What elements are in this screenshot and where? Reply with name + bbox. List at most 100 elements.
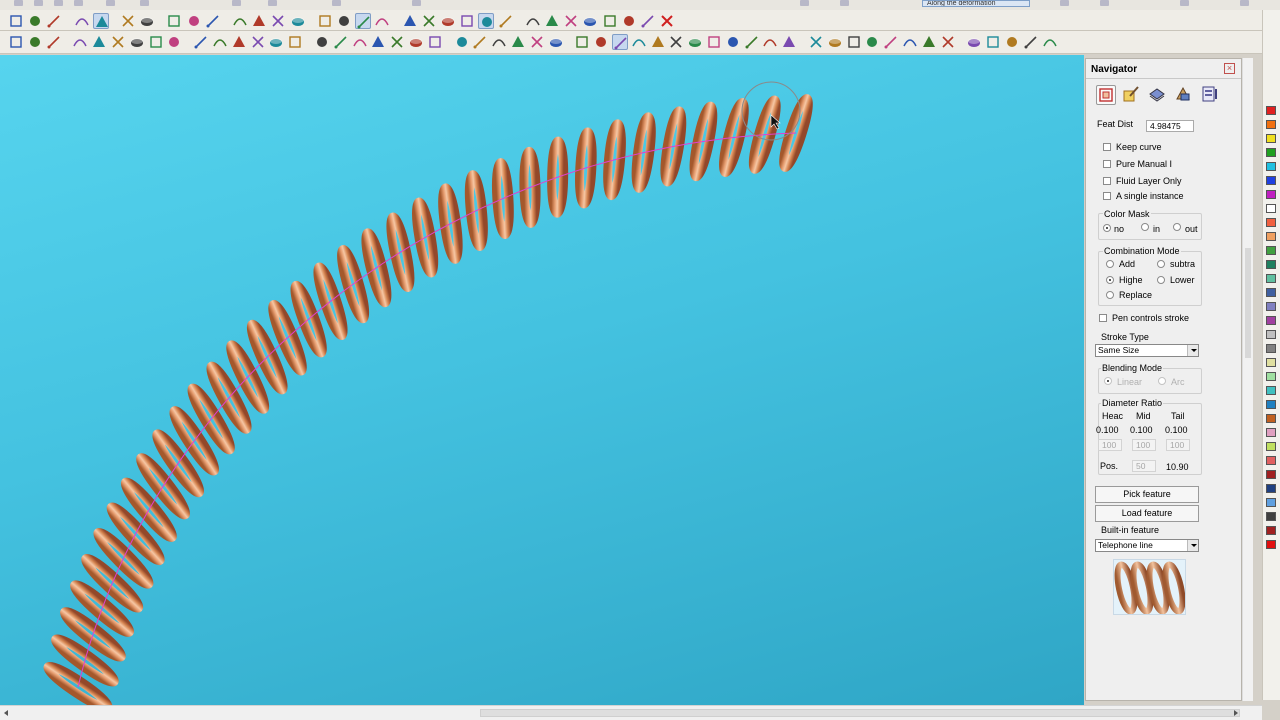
telephone-cord-coil[interactable] — [43, 94, 813, 705]
navigator-scrollbar[interactable] — [1242, 58, 1253, 701]
render-icon[interactable] — [563, 13, 579, 29]
measure-icon[interactable] — [985, 34, 1001, 50]
layers-icon[interactable] — [808, 34, 824, 50]
mini-toolbar-icon[interactable] — [1240, 0, 1249, 6]
mini-toolbar-icon[interactable] — [140, 0, 149, 6]
pen-controls-stroke-checkbox[interactable] — [1099, 314, 1107, 322]
color-mask-in-radio[interactable] — [1141, 223, 1149, 231]
undo-icon[interactable] — [120, 13, 136, 29]
color-ball-icon[interactable] — [287, 34, 303, 50]
new-file-icon[interactable] — [8, 13, 24, 29]
mini-toolbar-icon[interactable] — [1060, 0, 1069, 6]
diameter-mid-input[interactable]: 100 — [1132, 439, 1156, 451]
layers-cube-icon[interactable] — [1148, 85, 1168, 105]
redo-icon[interactable] — [139, 13, 155, 29]
pan-icon[interactable] — [8, 34, 24, 50]
transform-mode-field[interactable]: Along the deformation — [922, 0, 1030, 7]
color-swatch[interactable] — [1266, 456, 1276, 465]
stroke-type-select[interactable]: Same Size — [1095, 344, 1199, 357]
blob-icon[interactable] — [668, 34, 684, 50]
snap-icon[interactable] — [864, 34, 880, 50]
mini-toolbar-icon[interactable] — [34, 0, 43, 6]
mini-toolbar-icon[interactable] — [800, 0, 809, 6]
mini-toolbar-icon[interactable] — [106, 0, 115, 6]
color-swatch[interactable] — [1266, 484, 1276, 493]
tree-icon[interactable] — [231, 34, 247, 50]
shape-icon[interactable] — [548, 34, 564, 50]
feat-dist-input[interactable]: 4.98475 — [1146, 120, 1194, 132]
t-tool-icon[interactable] — [781, 34, 797, 50]
combination-replace-radio[interactable] — [1106, 291, 1114, 299]
grid-snap-icon[interactable] — [966, 34, 982, 50]
select-feature-icon[interactable] — [1096, 85, 1116, 105]
zoom-box-icon[interactable] — [92, 13, 109, 29]
color-swatch[interactable] — [1266, 386, 1276, 395]
green-ball-icon[interactable] — [762, 34, 778, 50]
copy-array-icon[interactable] — [940, 34, 956, 50]
color-swatch[interactable] — [1266, 162, 1276, 171]
mini-toolbar-icon[interactable] — [1100, 0, 1109, 6]
crosshair-icon[interactable] — [74, 13, 90, 29]
color-mask-out-radio[interactable] — [1173, 223, 1181, 231]
scissors-icon[interactable] — [602, 13, 618, 29]
horizontal-scrollbar[interactable] — [0, 705, 1262, 720]
save-icon[interactable] — [46, 13, 62, 29]
move-icon[interactable] — [317, 13, 333, 29]
color-swatch[interactable] — [1266, 232, 1276, 241]
target-icon[interactable] — [1042, 34, 1058, 50]
color-swatch[interactable] — [1266, 512, 1276, 521]
color-swatch[interactable] — [1266, 470, 1276, 479]
trim-icon[interactable] — [374, 13, 390, 29]
color-swatch[interactable] — [1266, 176, 1276, 185]
settings-icon[interactable] — [1004, 34, 1020, 50]
stroke-icon[interactable] — [389, 34, 405, 50]
disc-icon[interactable] — [370, 34, 386, 50]
move-green-icon[interactable] — [250, 34, 266, 50]
circle-target-icon[interactable] — [421, 13, 437, 29]
close-icon[interactable]: × — [1224, 63, 1235, 74]
color-mask-no-radio[interactable] — [1103, 224, 1111, 232]
color-swatch[interactable] — [1266, 344, 1276, 353]
mini-toolbar-icon[interactable] — [840, 0, 849, 6]
mini-toolbar-icon[interactable] — [412, 0, 421, 6]
keep-curve-checkbox[interactable] — [1103, 143, 1111, 151]
pencil-icon[interactable] — [427, 34, 443, 50]
arc-icon[interactable] — [72, 34, 88, 50]
color-swatch[interactable] — [1266, 218, 1276, 227]
pen-icon[interactable] — [612, 34, 628, 50]
pin-icon[interactable] — [744, 34, 760, 50]
wedge-icon[interactable] — [352, 34, 368, 50]
color-swatch[interactable] — [1266, 330, 1276, 339]
green-circle-icon[interactable] — [268, 34, 284, 50]
library-icon[interactable] — [1200, 85, 1220, 105]
blend-icon[interactable] — [148, 34, 164, 50]
trim-curve-icon[interactable] — [110, 34, 126, 50]
rectangle-icon[interactable] — [314, 34, 330, 50]
brush-icon[interactable] — [408, 34, 424, 50]
chevron-down-icon[interactable] — [1187, 345, 1198, 356]
bridge-icon[interactable] — [574, 34, 590, 50]
pos-input[interactable]: 50 — [1132, 460, 1156, 472]
pick-feature-button[interactable]: Pick feature — [1095, 486, 1199, 503]
yellow-square-icon[interactable] — [827, 34, 843, 50]
curve-tool-icon[interactable] — [355, 13, 372, 29]
combination-add-radio[interactable] — [1106, 260, 1114, 268]
color-swatch[interactable] — [1266, 106, 1276, 115]
blending-linear-radio[interactable] — [1104, 377, 1112, 385]
copy-icon[interactable] — [186, 13, 202, 29]
dimension-icon[interactable] — [27, 34, 43, 50]
chevron-down-icon[interactable] — [1187, 540, 1198, 551]
color-swatch[interactable] — [1266, 260, 1276, 269]
scroll-left-icon[interactable] — [4, 710, 8, 716]
color-swatch[interactable] — [1266, 302, 1276, 311]
line-tool-icon[interactable] — [336, 13, 352, 29]
array-icon[interactable] — [883, 34, 899, 50]
mirror-icon[interactable] — [902, 34, 918, 50]
sphere-icon[interactable] — [232, 13, 248, 29]
color-swatch[interactable] — [1266, 526, 1276, 535]
twist-icon[interactable] — [650, 34, 666, 50]
builtin-feature-select[interactable]: Telephone line — [1095, 539, 1199, 552]
cube-view-icon[interactable] — [251, 13, 267, 29]
blending-arc-radio[interactable] — [1158, 377, 1166, 385]
mini-toolbar-icon[interactable] — [268, 0, 277, 6]
